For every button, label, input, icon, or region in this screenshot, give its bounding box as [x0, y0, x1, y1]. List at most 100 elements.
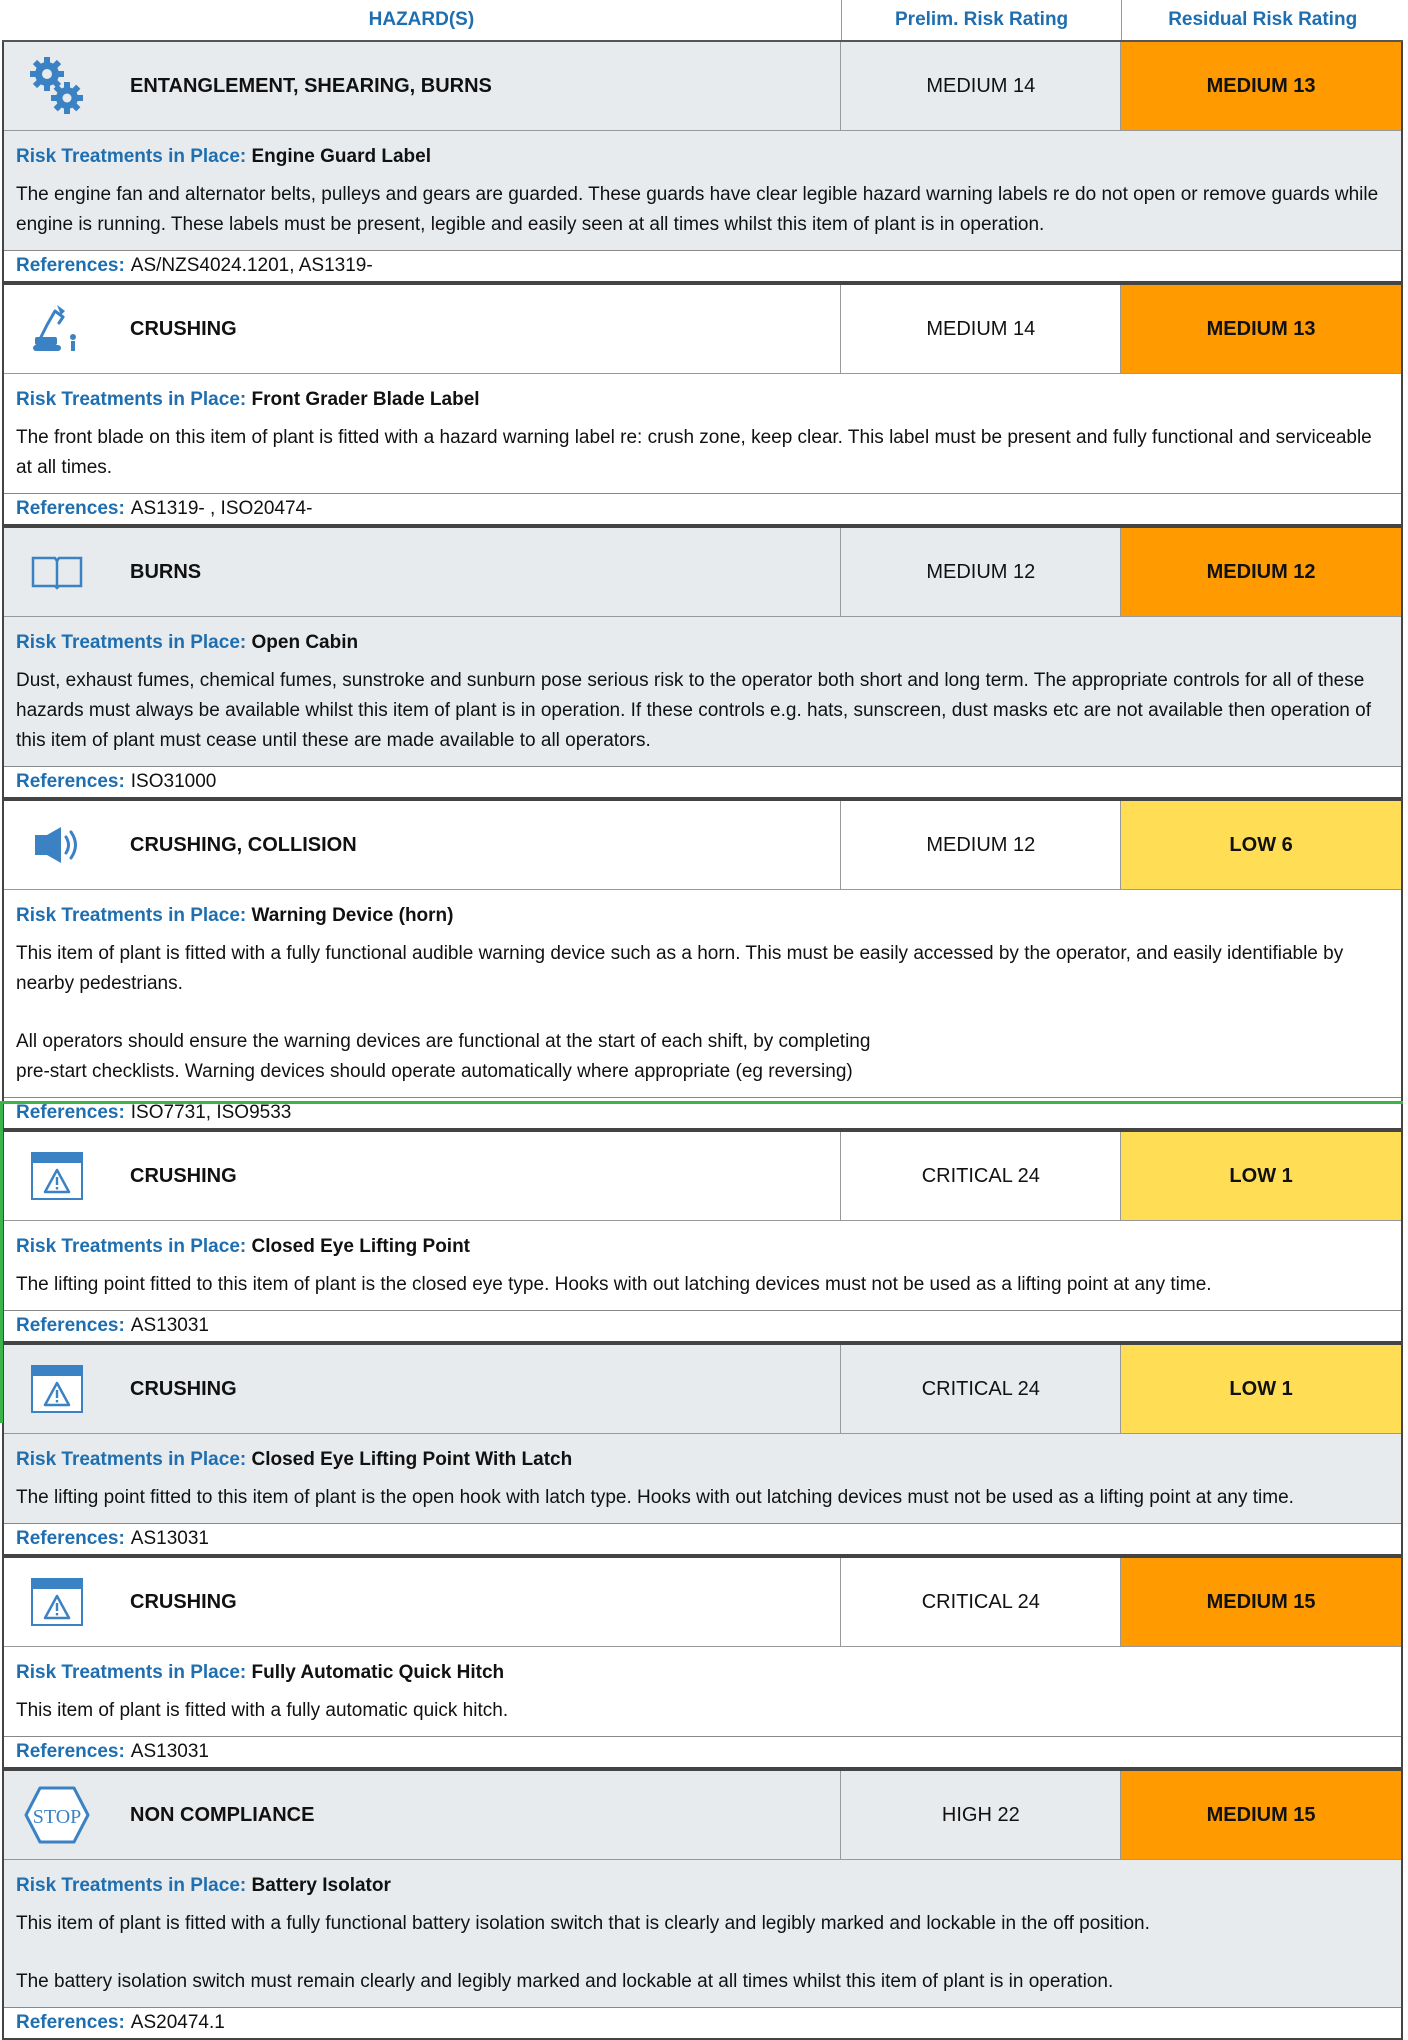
hazard-row: ENTANGLEMENT, SHEARING, BURNS MEDIUM 14 ME… [4, 42, 1401, 131]
residual-rating: MEDIUM 13 [1121, 42, 1401, 130]
warning-window-icon [4, 1132, 110, 1220]
treatment-details: This item of plant is fitted with a full… [4, 1909, 1401, 2007]
references-label: References: [16, 1102, 125, 1123]
hazard-card: CRUSHING CRITICAL 24 MEDIUM 15 Risk Treatme… [2, 1556, 1403, 1769]
references-value: AS13031 [130, 1315, 209, 1336]
hazard-card: ENTANGLEMENT, SHEARING, BURNS MEDIUM 14 ME… [2, 42, 1403, 283]
references: References: AS1319- , ISO20474- [4, 493, 1401, 524]
hazard-cell: ENTANGLEMENT, SHEARING, BURNS [4, 42, 842, 130]
risk-treatment-label: Risk Treatments in Place: [16, 146, 247, 167]
prelim-rating: MEDIUM 12 [841, 801, 1122, 889]
stop-sign-icon: STOP [4, 1771, 110, 1859]
gears-icon [4, 42, 110, 130]
risk-treatment: Risk Treatments in Place: Fully Automati… [4, 1647, 1401, 1696]
hazard-cell: CRUSHING, COLLISION [4, 801, 842, 889]
references-label: References: [16, 2012, 125, 2033]
risk-treatment-name: Fully Automatic Quick Hitch [251, 1662, 505, 1683]
treatment-details: The lifting point fitted to this item of… [4, 1483, 1401, 1523]
references-value: AS20474.1 [130, 2012, 225, 2033]
warning-window-icon [4, 1345, 110, 1433]
hazard-name: CRUSHING [130, 1377, 237, 1400]
treatment-details: This item of plant is fitted with a full… [4, 939, 1401, 1097]
hazard-cell: CRUSHING [4, 1558, 842, 1646]
hazard-card: CRUSHING CRITICAL 24 LOW 1 Risk Treatments … [2, 1343, 1403, 1556]
references: References: ISO31000 [4, 766, 1401, 797]
hazard-cell: CRUSHING [4, 285, 842, 373]
hazard-row: CRUSHING CRITICAL 24 LOW 1 [4, 1345, 1401, 1434]
treatment-description: All operators should ensure the warning … [16, 1031, 871, 1082]
hazard-card: BURNS MEDIUM 12 MEDIUM 12 Risk Treatments i… [2, 526, 1403, 799]
references-label: References: [16, 1315, 125, 1336]
risk-treatment-name: Battery Isolator [251, 1875, 391, 1896]
treatment-description: This item of plant is fitted with a full… [16, 943, 1344, 994]
hazard-row: CRUSHING MEDIUM 14 MEDIUM 13 [4, 285, 1401, 374]
excavator-icon [4, 285, 110, 373]
hazard-row: CRUSHING CRITICAL 24 MEDIUM 15 [4, 1558, 1401, 1647]
svg-text:STOP: STOP [33, 1806, 82, 1828]
prelim-rating-column-header: Prelim. Risk Rating [842, 0, 1123, 40]
risk-treatment: Risk Treatments in Place: Closed Eye Lif… [4, 1434, 1401, 1483]
risk-register: HAZARD(S) Prelim. Risk Rating Residual R… [0, 0, 1403, 2040]
hazard-cell: CRUSHING [4, 1345, 842, 1433]
hazard-name: BURNS [130, 560, 202, 583]
risk-treatment-label: Risk Treatments in Place: [16, 1875, 247, 1896]
selection-highlight-left [0, 1101, 3, 1423]
risk-treatment-name: Closed Eye Lifting Point With Latch [251, 1449, 573, 1470]
hazard-card: CRUSHING, COLLISION MEDIUM 12 LOW 6 Risk Tr… [2, 799, 1403, 1130]
risk-treatment-label: Risk Treatments in Place: [16, 1449, 247, 1470]
references-label: References: [16, 1741, 125, 1762]
residual-rating: MEDIUM 15 [1121, 1558, 1401, 1646]
hazard-row: CRUSHING CRITICAL 24 LOW 1 [4, 1132, 1401, 1221]
hazard-name: CRUSHING [130, 1590, 237, 1613]
risk-treatment: Risk Treatments in Place: Front Grader B… [4, 374, 1401, 423]
hazard-cell: CRUSHING [4, 1132, 842, 1220]
risk-treatment-name: Warning Device (horn) [251, 905, 454, 926]
risk-treatment-name: Front Grader Blade Label [251, 389, 480, 410]
hazards-column-header: HAZARD(S) [2, 0, 842, 40]
treatment-details: The front blade on this item of plant is… [4, 423, 1401, 493]
treatment-description: The battery isolation switch must remain… [16, 1971, 1114, 1992]
residual-rating: LOW 1 [1121, 1132, 1401, 1220]
hazard-name: NON COMPLIANCE [130, 1803, 315, 1826]
treatment-description: The lifting point fitted to this item of… [16, 1274, 1212, 1295]
references-label: References: [16, 771, 125, 792]
hazard-name: CRUSHING [130, 1164, 237, 1187]
prelim-rating: MEDIUM 14 [841, 42, 1122, 130]
risk-treatment-label: Risk Treatments in Place: [16, 632, 247, 653]
risk-treatment: Risk Treatments in Place: Open Cabin [4, 617, 1401, 666]
treatment-details: Dust, exhaust fumes, chemical fumes, sun… [4, 666, 1401, 766]
risk-treatment-name: Closed Eye Lifting Point [251, 1236, 471, 1257]
risk-treatment-name: Engine Guard Label [251, 146, 431, 167]
prelim-rating: CRITICAL 24 [841, 1132, 1122, 1220]
risk-treatment: Risk Treatments in Place: Warning Device… [4, 890, 1401, 939]
risk-treatment: Risk Treatments in Place: Engine Guard L… [4, 131, 1401, 180]
speaker-icon [4, 801, 110, 889]
hazard-row: BURNS MEDIUM 12 MEDIUM 12 [4, 528, 1401, 617]
references-label: References: [16, 255, 125, 276]
risk-treatment-label: Risk Treatments in Place: [16, 905, 247, 926]
residual-rating: MEDIUM 12 [1121, 528, 1401, 616]
references-value: AS13031 [130, 1741, 209, 1762]
treatment-description: This item of plant is fitted with a full… [16, 1700, 509, 1721]
treatment-description: The engine fan and alternator belts, pul… [16, 184, 1379, 235]
risk-treatment: Risk Treatments in Place: Closed Eye Lif… [4, 1221, 1401, 1270]
references-value: AS1319- , ISO20474- [130, 498, 313, 519]
references-label: References: [16, 498, 125, 519]
book-icon [4, 528, 110, 616]
hazard-name: CRUSHING, COLLISION [130, 833, 357, 856]
references: References: AS13031 [4, 1736, 1401, 1767]
treatment-details: The lifting point fitted to this item of… [4, 1270, 1401, 1310]
treatment-description: The lifting point fitted to this item of… [16, 1487, 1294, 1508]
hazard-list: ENTANGLEMENT, SHEARING, BURNS MEDIUM 14 ME… [2, 42, 1403, 2040]
hazard-name: ENTANGLEMENT, SHEARING, BURNS [130, 74, 492, 97]
treatment-details: This item of plant is fitted with a full… [4, 1696, 1401, 1736]
references: References: AS13031 [4, 1523, 1401, 1554]
hazard-cell: BURNS [4, 528, 842, 616]
treatment-details: The engine fan and alternator belts, pul… [4, 180, 1401, 250]
hazard-row: STOP NON COMPLIANCE HIGH 22 MEDIUM 15 [4, 1771, 1401, 1860]
references: References: AS/NZS4024.1201, AS1319- [4, 250, 1401, 281]
prelim-rating: HIGH 22 [841, 1771, 1122, 1859]
references-value: ISO31000 [130, 771, 217, 792]
residual-rating: LOW 1 [1121, 1345, 1401, 1433]
hazard-card: CRUSHING MEDIUM 14 MEDIUM 13 Risk Treatment… [2, 283, 1403, 526]
